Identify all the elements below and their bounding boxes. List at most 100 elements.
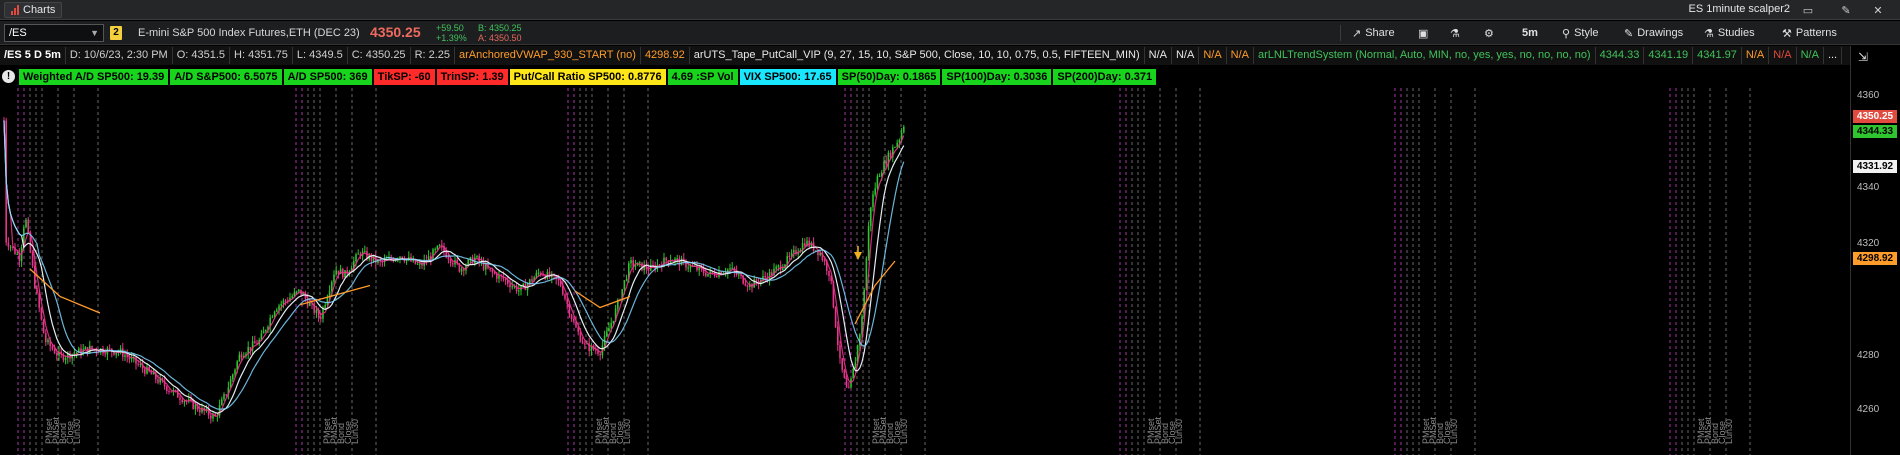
candle-body — [355, 254, 357, 262]
settings-button[interactable]: ⚙ — [1480, 24, 1498, 42]
studies-button[interactable]: ⚗ Studies — [1700, 24, 1759, 42]
fast-ma-line — [3, 120, 905, 417]
down-arrow-signal — [854, 252, 862, 260]
trend-value-6: N/A — [1797, 47, 1824, 64]
candle-body — [852, 368, 854, 379]
snapshot-button[interactable]: ▣ — [1414, 24, 1432, 42]
candle-body — [854, 362, 857, 369]
study-bubble: Weighted A/D SP500: 19.39 — [19, 68, 169, 85]
study-bubble: TrinSP: 1.39 — [436, 68, 508, 85]
charts-app-tab[interactable]: Charts — [4, 2, 63, 18]
moving-averages — [3, 120, 905, 417]
patterns-button[interactable]: ⚒ Patterns — [1778, 24, 1841, 42]
candle-body — [40, 307, 43, 320]
candle-body — [716, 276, 718, 278]
session-label: Lun30 — [1449, 419, 1459, 444]
candle-body — [419, 263, 421, 265]
price-axis[interactable]: 4360 4340 4320 4300 4280 4260 4240 4350.… — [1850, 46, 1900, 455]
candle-body — [680, 258, 683, 266]
candle-body — [36, 287, 38, 294]
info-icon[interactable]: ! — [2, 70, 15, 83]
session-label: Lun30 — [899, 419, 909, 444]
patterns-icon: ⚒ — [1782, 27, 1792, 40]
candle-body — [452, 263, 454, 265]
session-label: Lun30 — [1724, 419, 1734, 444]
price-chart[interactable]: PMsetPMSetBondCloseLun30 PMsetPMSetBondCl… — [0, 66, 1850, 455]
candle-body — [238, 354, 241, 362]
candle-body — [839, 345, 841, 359]
link-group-badge[interactable]: 2 — [110, 26, 122, 40]
bar-close: C: 4350.25 — [348, 47, 411, 64]
restore-icon[interactable]: ▭ — [1800, 2, 1816, 18]
candle-body — [295, 291, 298, 293]
trend-value-2: 4341.19 — [1644, 47, 1694, 64]
candle-body — [775, 266, 777, 269]
bar-datetime: D: 10/6/23, 2:30 PM — [66, 47, 173, 64]
signal-arrows — [854, 70, 899, 260]
axis-scale-icon[interactable]: ⇲ — [1858, 50, 1868, 64]
candle-body — [42, 319, 45, 334]
candle-body — [271, 316, 274, 318]
toolbar-divider — [1340, 25, 1341, 41]
candle-body — [194, 404, 197, 409]
candle-body — [56, 353, 58, 356]
candle-body — [18, 253, 21, 262]
candle-body — [115, 352, 117, 355]
timeframe-button[interactable]: 5m — [1518, 24, 1542, 42]
tape-value-2: N/A — [1172, 47, 1200, 64]
style-label: Style — [1574, 27, 1599, 39]
candle-body — [738, 274, 740, 276]
more-studies-ellipsis[interactable]: ... — [1824, 47, 1843, 64]
tape-study-name[interactable]: arUTS_Tape_PutCall_VIP (9, 27, 15, 10, S… — [690, 47, 1145, 64]
candle-body — [137, 363, 139, 365]
style-button[interactable]: ⚲ Style — [1558, 24, 1603, 42]
candle-body — [511, 286, 513, 288]
candle-body — [665, 257, 667, 261]
candle-body — [531, 279, 533, 282]
drawings-button[interactable]: ✎ Drawings — [1620, 24, 1687, 42]
candle-body — [25, 219, 27, 228]
window-title: ES 1minute scalper2 — [1688, 3, 1791, 15]
last-price: 4350.25 — [370, 24, 421, 40]
candle-body — [630, 260, 632, 264]
candle-body — [177, 390, 179, 398]
candle-body — [707, 273, 709, 276]
candle-body — [867, 226, 870, 259]
candle-body — [885, 161, 887, 165]
candle-body — [199, 409, 201, 413]
candle-body — [771, 272, 773, 276]
candle-body — [777, 265, 780, 267]
bar-open: O: 4351.5 — [173, 47, 231, 64]
symbol-input[interactable]: /ES ▼ — [4, 24, 104, 42]
vwap-study-name[interactable]: arAnchoredVWAP_930_START (no) — [455, 47, 641, 64]
chart-symbol-period[interactable]: /ES 5 D 5m — [0, 47, 66, 64]
axis-tick-4260: 4260 — [1857, 404, 1880, 415]
candle-body — [45, 333, 47, 343]
chart-toolbar: /ES ▼ 2 E-mini S&P 500 Index Futures,ETH… — [0, 21, 1900, 45]
trend-study-name[interactable]: arLNLTrendSystem (Normal, Auto, MIN, no,… — [1254, 47, 1596, 64]
candle-body — [16, 253, 18, 255]
candle-body — [315, 309, 318, 313]
candle-body — [647, 269, 650, 271]
study-label-bubbles: ! Weighted A/D SP500: 19.39 A/D S&P500: 6… — [2, 68, 1157, 85]
trend-price-tag: 4344.33 — [1853, 125, 1897, 138]
pin-icon[interactable]: ✎ — [1838, 2, 1854, 18]
candle-body — [225, 394, 227, 396]
bar-low: L: 4349.5 — [293, 47, 348, 64]
flask-button[interactable]: ⚗ — [1446, 24, 1464, 42]
candle-body — [608, 328, 610, 332]
patterns-label: Patterns — [1795, 27, 1837, 39]
bar-range: R: 2.25 — [411, 47, 456, 64]
share-button[interactable]: ↗ Share — [1348, 24, 1399, 42]
candle-body — [584, 343, 586, 345]
candle-body — [416, 263, 419, 265]
bar-high: H: 4351.75 — [230, 47, 293, 64]
candle-body — [344, 270, 346, 278]
close-icon[interactable]: ✕ — [1870, 2, 1886, 18]
candle-body — [223, 394, 225, 400]
trend-value-4: N/A — [1742, 47, 1770, 64]
candle-body — [509, 283, 511, 288]
candle-body — [280, 303, 282, 306]
candle-body — [573, 318, 575, 322]
tape-value-4: N/A — [1227, 47, 1255, 64]
